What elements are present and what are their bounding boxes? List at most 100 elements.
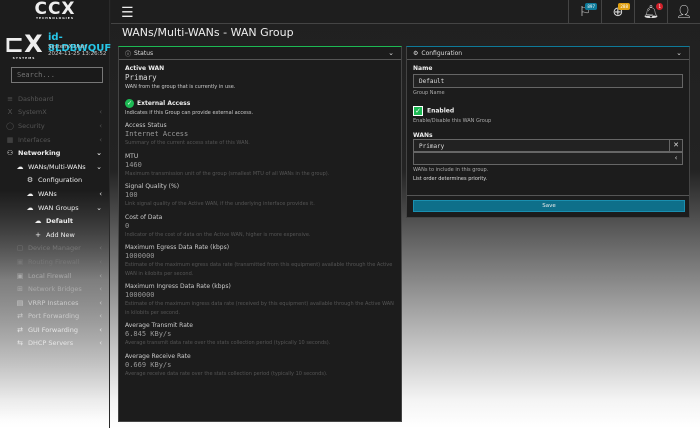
field-desc: Average receive data rate over the stats…	[125, 370, 328, 377]
page-title: WANs/Multi-WANs - WAN Group	[122, 26, 294, 39]
sidebar-item-label: Port Forwarding	[28, 312, 80, 321]
status-panel: ⓘ Status ⌄ Active WAN Primary WAN from the…	[118, 46, 402, 422]
status-field: MTU 1460 Maximum transmission unit of the …	[125, 153, 395, 179]
flag-button[interactable]: ⚐ 897	[568, 0, 601, 24]
sidebar-item-label: Interfaces	[18, 135, 51, 144]
nav-icon: +	[35, 230, 41, 239]
sidebar-item-interfaces[interactable]: ▦ Interfaces ‹	[0, 133, 110, 147]
sidebar-item-security[interactable]: ◯ Security ‹	[0, 119, 110, 133]
sidebar-item-label: GUI Forwarding	[28, 325, 78, 334]
sidebar-item-dashboard[interactable]: ≡ Dashboard	[0, 92, 110, 106]
external-access-desc: Indicates if this Group can provide exte…	[125, 109, 254, 116]
sidebar-item-label: DHCP Servers	[28, 339, 74, 348]
user-button[interactable]: 👤︎	[667, 0, 700, 24]
field-label: Average Receive Rate	[125, 352, 191, 360]
active-wan-label: Active WAN	[125, 65, 165, 72]
nav-icon: ≡	[7, 94, 13, 103]
sidebar-nav: ≡ Dashboard X SystemX ‹ ◯ Security ‹ ▦ Interfaces…	[0, 92, 110, 350]
sidebar-item-label: Routing Firewall	[28, 257, 80, 266]
active-wan-desc: WAN from the group that is currently in …	[125, 84, 236, 90]
field-label: Cost of Data	[125, 213, 163, 221]
remove-wan-icon[interactable]: ✕	[670, 140, 682, 151]
enabled-checkbox[interactable]: ✓	[413, 105, 423, 116]
status-field: Signal Quality (%) 100 Link signal quality…	[125, 183, 395, 209]
sidebar-item-configuration[interactable]: ⚙ Configuration	[0, 174, 110, 188]
sidebar-item-wan-groups[interactable]: ☁ WAN Groups ⌄	[0, 201, 110, 215]
sidebar-item-label: Add New	[46, 230, 75, 239]
active-wan-value: Primary	[125, 73, 157, 82]
nav-icon: ⚙	[26, 176, 34, 185]
sidebar-item-add-new[interactable]: + Add New	[0, 228, 110, 242]
sidebar-item-routing-firewall[interactable]: ▣ Routing Firewall ‹	[0, 255, 110, 269]
sidebar-item-label: VRRP Instances	[28, 298, 79, 307]
sidebar-item-local-firewall[interactable]: ▣ Local Firewall ‹	[0, 269, 110, 283]
status-field: Average Transmit Rate 6.845 KBy/s Average …	[125, 322, 395, 348]
chevron-icon: ‹	[99, 135, 102, 144]
sidebar-item-label: Network Bridges	[28, 285, 82, 294]
name-label: Name	[413, 65, 433, 72]
sidebar-item-gui-forwarding[interactable]: ⇄ GUI Forwarding ‹	[0, 323, 110, 337]
field-desc: Average transmit data rate over the stat…	[125, 340, 331, 346]
field-value: 100	[125, 191, 138, 199]
ccx-logo: CCX TECHNOLOGIES	[34, 0, 76, 21]
chevron-icon: ⌄	[96, 149, 102, 158]
bell-badge: 1	[656, 3, 663, 10]
sidebar-item-device-manager[interactable]: ▢ Device Manager ‹	[0, 242, 110, 256]
sidebar: CCX TECHNOLOGIES ⊏X SYSTEMS id-8LDBWQUF Sy…	[0, 0, 111, 428]
chevron-icon: ⌄	[96, 162, 102, 171]
chevron-icon: ⌄	[96, 203, 102, 212]
nav-icon: ☁	[34, 217, 42, 226]
search-input[interactable]	[11, 67, 103, 83]
sidebar-item-label: Security	[18, 121, 45, 130]
field-label: MTU	[125, 152, 139, 160]
target-badge: 288	[618, 3, 630, 10]
field-value: 0	[125, 221, 130, 230]
nav-icon: ⇆	[17, 339, 23, 348]
menu-icon[interactable]: ☰	[121, 5, 134, 21]
sidebar-item-label: Configuration	[38, 176, 83, 185]
save-button[interactable]: Save	[413, 200, 685, 212]
info-icon: ⓘ	[125, 50, 132, 58]
chevron-icon: ‹	[99, 108, 102, 117]
nav-icon: ☁	[26, 189, 34, 198]
sidebar-item-wans-multi-wans[interactable]: ☁ WANs/Multi-WANs ⌄	[0, 160, 110, 174]
sidebar-item-wans[interactable]: ☁ WANs ‹	[0, 187, 110, 201]
sidebar-item-port-forwarding[interactable]: ⇄ Port Forwarding ‹	[0, 310, 110, 324]
nav-icon: ▤	[16, 298, 24, 307]
device-user: SystemX User	[48, 44, 87, 50]
configuration-header[interactable]: ⚙ Configuration ⌄	[407, 47, 689, 60]
sidebar-item-label: SystemX	[18, 108, 47, 117]
sidebar-item-label: Local Firewall	[28, 271, 72, 280]
nav-icon: ⇄	[17, 312, 23, 321]
sidebar-item-label: Device Manager	[28, 244, 81, 253]
sidebar-item-networking[interactable]: ⚇ Networking ⌄	[0, 146, 110, 160]
systemx-logo: ⊏X SYSTEMS	[4, 30, 43, 60]
sidebar-item-vrrp-instances[interactable]: ▤ VRRP Instances ‹	[0, 296, 110, 310]
sidebar-item-dhcp-servers[interactable]: ⇆ DHCP Servers ‹	[0, 337, 110, 351]
chevron-icon: ‹	[99, 339, 102, 348]
field-desc: Summary of the current access state of t…	[125, 140, 250, 146]
chevron-icon: ‹	[99, 244, 102, 253]
status-header[interactable]: ⓘ Status ⌄	[119, 47, 401, 60]
chevron-icon: ‹	[99, 189, 102, 198]
nav-icon: ⚇	[6, 149, 14, 158]
nav-icon: ⊞	[17, 285, 23, 294]
sidebar-item-label: Dashboard	[18, 94, 54, 103]
status-field: Maximum Ingress Data Rate (kbps) 1000000 E…	[125, 283, 395, 317]
notifications-button[interactable]: 🔔︎ 1	[634, 0, 667, 24]
nav-icon: ☁	[26, 203, 34, 212]
sidebar-item-label: Default	[46, 217, 73, 226]
status-field: Maximum Egress Data Rate (kbps) 1000000 Es…	[125, 244, 395, 278]
sidebar-item-network-bridges[interactable]: ⊞ Network Bridges ‹	[0, 282, 110, 296]
sidebar-item-default[interactable]: ☁ Default	[0, 214, 110, 228]
target-button[interactable]: ⊕ 288	[601, 0, 634, 24]
nav-icon: ⇄	[17, 325, 23, 334]
gear-icon: ⚙	[413, 49, 419, 57]
chevron-icon: ‹	[99, 257, 102, 266]
field-label: Maximum Egress Data Rate (kbps)	[125, 244, 230, 251]
name-input[interactable]: Default	[413, 74, 683, 88]
name-desc: Group Name	[413, 90, 445, 96]
sidebar-item-systemx[interactable]: X SystemX ‹	[0, 106, 110, 120]
add-wan-select[interactable]: ‹	[413, 152, 683, 165]
chevron-down-icon: ⌄	[676, 49, 682, 57]
